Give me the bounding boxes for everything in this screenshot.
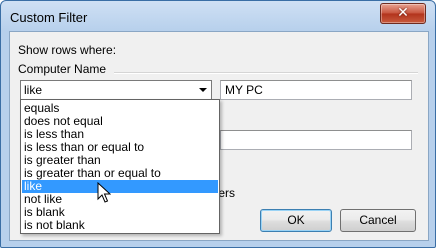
chevron-down-icon[interactable] (199, 88, 207, 92)
ok-button[interactable]: OK (260, 209, 332, 232)
group-divider (114, 72, 418, 74)
value-input-1-text: MY PC (225, 83, 263, 97)
option-is-not-blank[interactable]: is not blank (22, 219, 218, 232)
operator-dropdown-list[interactable]: equals does not equal is less than is le… (20, 99, 220, 234)
custom-filter-dialog: Custom Filter ✕ Show rows where: Compute… (0, 0, 436, 248)
mouse-pointer-icon (97, 182, 111, 203)
cancel-button[interactable]: Cancel (340, 209, 416, 232)
close-button[interactable]: ✕ (380, 3, 426, 24)
option-is-greater-than-or-equal-to[interactable]: is greater than or equal to (22, 167, 218, 180)
dialog-body: Show rows where: Computer Name like MY P… (9, 31, 429, 241)
show-rows-label: Show rows where: (18, 43, 117, 57)
value-input-1[interactable]: MY PC (220, 80, 412, 100)
value-input-2[interactable] (220, 130, 412, 150)
window-title: Custom Filter (10, 10, 88, 25)
operator-combobox-1[interactable]: like (20, 80, 212, 100)
ok-button-label: OK (287, 213, 305, 227)
title-bar[interactable]: Custom Filter ✕ (1, 1, 435, 33)
cancel-button-label: Cancel (359, 213, 397, 227)
close-icon: ✕ (397, 5, 409, 21)
column-group-label: Computer Name (18, 62, 107, 76)
operator-selected-value: like (24, 83, 43, 97)
